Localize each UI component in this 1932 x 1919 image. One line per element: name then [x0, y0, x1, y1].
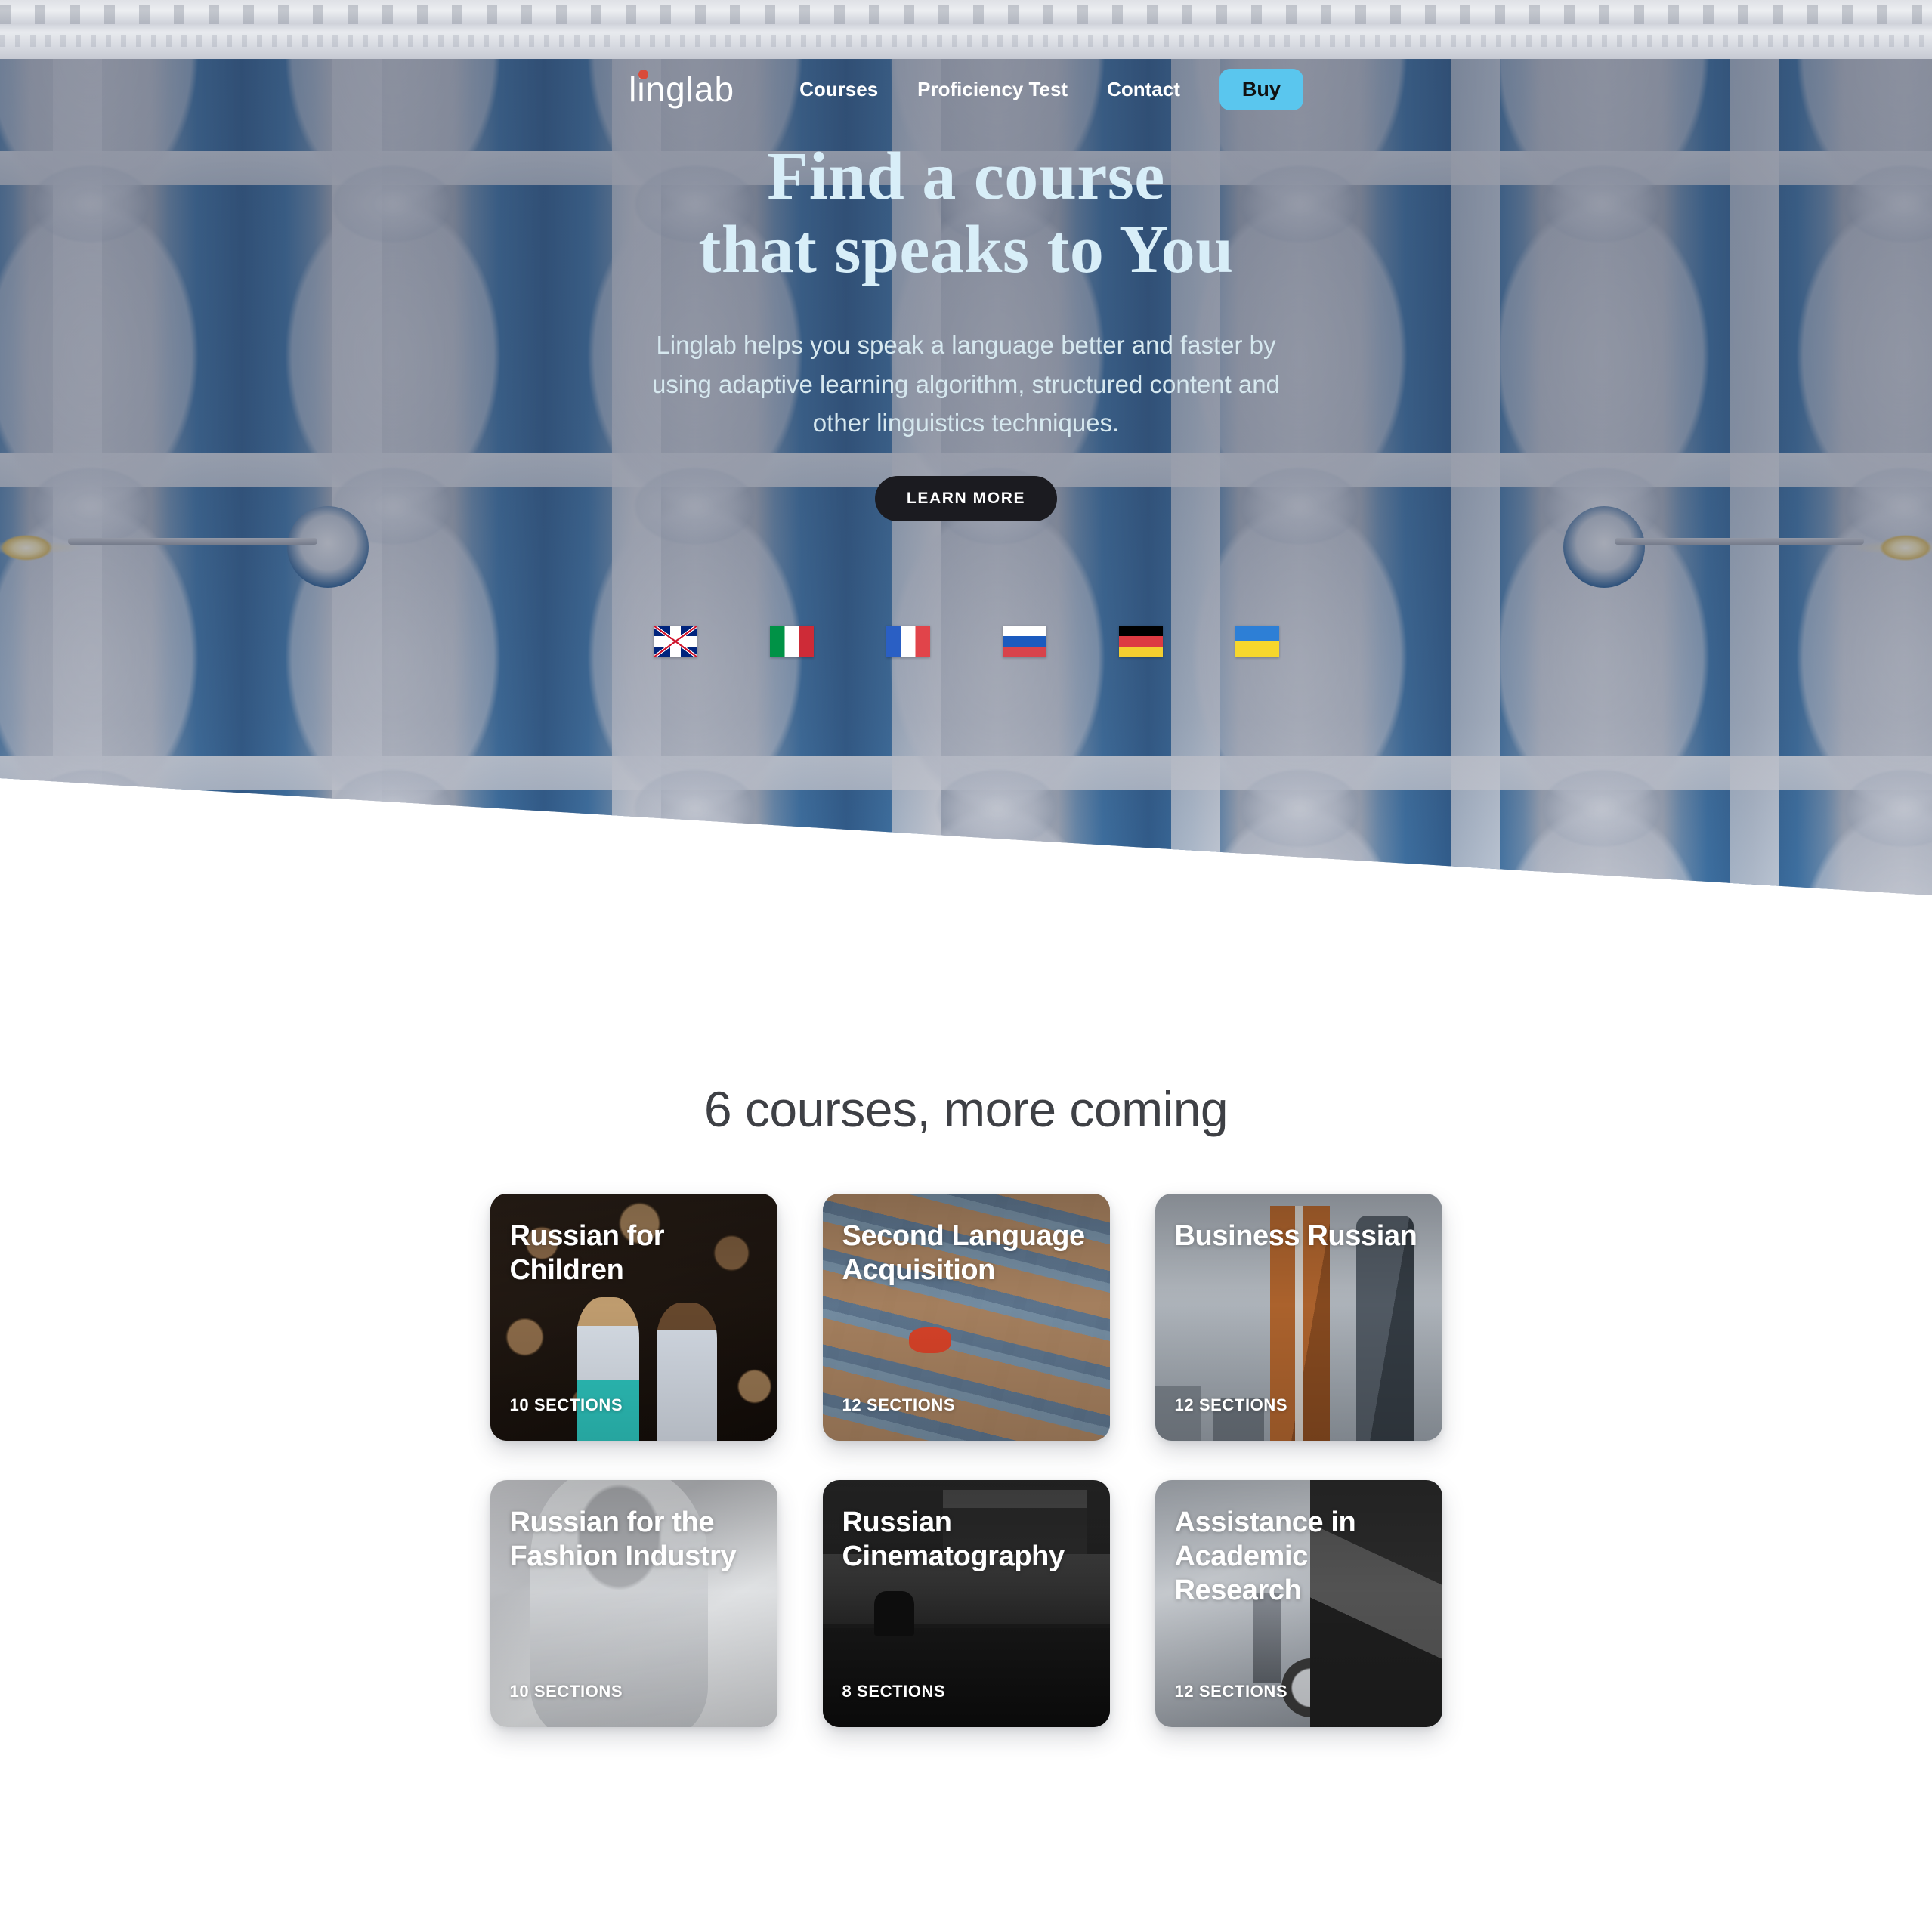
nav-link-courses[interactable]: Courses [799, 78, 878, 101]
flag-russia-icon[interactable] [1002, 626, 1046, 657]
course-card-sections: 12 SECTIONS [1174, 1682, 1288, 1701]
course-card-sections: 8 SECTIONS [842, 1682, 946, 1701]
hero-title-line-1: Find a course [767, 139, 1165, 214]
courses-heading: 6 courses, more coming [703, 1081, 1229, 1137]
course-card-sections: 12 SECTIONS [1174, 1395, 1288, 1414]
course-card-russian-cinematography[interactable]: Russian Cinematography 8 SECTIONS [822, 1480, 1110, 1727]
page-title: Find a course that speaks to You [0, 140, 1932, 286]
course-card-title: Russian for the Fashion Industry [509, 1506, 737, 1572]
learn-more-button[interactable]: LEARN MORE [874, 475, 1058, 521]
flag-france-icon[interactable] [886, 626, 930, 657]
hero-title-line-2: that speaks to You [698, 212, 1234, 288]
course-card-title: Russian for Children [509, 1220, 665, 1286]
flag-united-kingdom-icon[interactable] [653, 626, 697, 657]
course-card-russian-for-the-fashion-industry[interactable]: Russian for the Fashion Industry 10 SECT… [490, 1480, 777, 1727]
courses-section: 6 courses, more coming Russian for Child… [0, 1080, 1932, 1727]
course-card-title: Russian Cinematography [842, 1506, 1065, 1572]
course-card-title: Business Russian [1174, 1220, 1417, 1252]
main-navigation: linglab Courses Proficiency Test Contact… [0, 59, 1932, 119]
course-card-russian-for-children[interactable]: Russian for Children 10 SECTIONS [490, 1194, 777, 1441]
flag-germany-icon[interactable] [1118, 626, 1163, 657]
courses-grid: Russian for Children 10 SECTIONS Second … [490, 1194, 1442, 1727]
course-card-title: Second Language Acquisition [842, 1220, 1086, 1286]
course-card-assistance-in-academic-research[interactable]: Assistance in Academic Research 12 SECTI… [1155, 1480, 1442, 1727]
course-card-sections: 10 SECTIONS [509, 1395, 623, 1414]
flag-italy-icon[interactable] [769, 626, 814, 657]
course-card-business-russian[interactable]: Business Russian 12 SECTIONS [1155, 1194, 1442, 1441]
nav-link-contact[interactable]: Contact [1107, 78, 1180, 101]
language-flags-row [0, 626, 1932, 657]
hero-copy: Find a course that speaks to You Linglab… [0, 140, 1932, 521]
course-card-title: Assistance in Academic Research [1174, 1506, 1356, 1606]
ceiling-cornice [0, 0, 1932, 59]
course-card-second-language-acquisition[interactable]: Second Language Acquisition 12 SECTIONS [822, 1194, 1110, 1441]
nav-link-proficiency-test[interactable]: Proficiency Test [917, 78, 1068, 101]
course-card-sections: 12 SECTIONS [842, 1395, 956, 1414]
brand-logo[interactable]: linglab [629, 70, 734, 107]
flag-ukraine-icon[interactable] [1235, 626, 1279, 657]
buy-button[interactable]: Buy [1219, 68, 1303, 110]
course-card-sections: 10 SECTIONS [509, 1682, 623, 1701]
hero-subtitle: Linglab helps you speak a language bette… [651, 331, 1280, 437]
